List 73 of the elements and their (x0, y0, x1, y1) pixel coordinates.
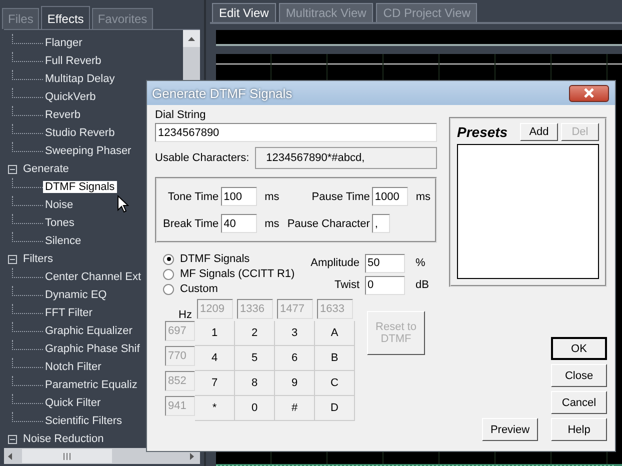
unit-label: ms (264, 218, 280, 230)
panel-tab[interactable]: Effects (41, 6, 90, 29)
dialog-button[interactable]: Preview (482, 418, 538, 441)
dialog-title: Generate DTMF Signals (152, 86, 292, 100)
collapse-icon[interactable] (8, 434, 17, 444)
field-label: Pause Character (287, 218, 371, 230)
right-arrow-icon[interactable] (190, 452, 194, 460)
field-label: Tone Time (166, 190, 220, 202)
dialog-button[interactable]: Cancel (551, 391, 607, 414)
input-field[interactable]: 0 (364, 276, 405, 294)
radio-button[interactable] (163, 284, 174, 294)
input-field[interactable]: 50 (364, 254, 405, 272)
input-field[interactable]: 100 (220, 187, 257, 206)
tree-item[interactable]: QuickVerb (43, 91, 98, 103)
tree-item[interactable]: Flanger (43, 37, 84, 49)
tree-item[interactable]: Parametric Equaliz (43, 379, 140, 391)
dialog-button[interactable]: OK (551, 337, 607, 360)
unit-label: ms (264, 190, 280, 202)
up-arrow-icon (188, 36, 195, 40)
unit-label: ms (414, 190, 432, 202)
tree-group[interactable]: Noise Reduction (21, 433, 106, 445)
usable-characters-field: 1234567890*#abcd, (255, 147, 437, 169)
field-label: Break Time (163, 218, 220, 230)
view-tab[interactable]: Edit View (212, 3, 276, 22)
collapse-icon[interactable] (8, 254, 17, 264)
input-field[interactable]: 1000 (372, 187, 408, 206)
mouse-pointer-icon (117, 195, 129, 214)
presets-title: Presets (457, 124, 509, 140)
radio-label[interactable]: Custom (180, 283, 218, 295)
tree-item[interactable]: Studio Reverb (43, 127, 117, 139)
unit-label: % (414, 257, 426, 269)
dialog-button[interactable]: Close (551, 364, 607, 387)
dial-string-field[interactable]: 1234567890 (155, 123, 437, 142)
tree-item[interactable]: Notch Filter (43, 361, 104, 373)
tree-item[interactable]: Reverb (43, 109, 82, 121)
tree-item[interactable]: Full Reverb (43, 55, 104, 67)
tree-item[interactable]: Tones (43, 217, 76, 229)
grip-icon (62, 452, 72, 460)
field-label: Pause Time (310, 190, 371, 202)
tree-item[interactable]: DTMF Signals (43, 181, 117, 193)
field-label: Dial String (155, 109, 207, 121)
field-label: Usable Characters: (155, 152, 250, 164)
collapse-icon[interactable] (8, 164, 17, 174)
left-arrow-icon[interactable] (8, 452, 12, 460)
field-label: Twist (333, 279, 361, 291)
close-button[interactable] (569, 84, 609, 102)
radio-label[interactable]: DTMF Signals (180, 253, 250, 265)
radio-button[interactable] (163, 268, 174, 280)
tree-group[interactable]: Generate (21, 163, 71, 175)
radio-label[interactable]: MF Signals (CCITT R1) (180, 268, 295, 280)
tree-item[interactable]: Graphic Phase Shif (43, 343, 142, 355)
unit-label: dB (414, 279, 430, 291)
dialog-button[interactable]: Help (551, 418, 607, 441)
close-icon (583, 88, 595, 98)
preset-button[interactable]: Add (520, 123, 558, 141)
tree-item[interactable]: Silence (43, 235, 84, 247)
input-field[interactable]: 40 (220, 214, 257, 233)
horizontal-scrollbar[interactable] (4, 448, 200, 464)
field-label: Amplitude (310, 257, 361, 269)
tree-group[interactable]: Filters (21, 253, 55, 265)
tree-item[interactable]: Center Channel Ext (43, 271, 143, 283)
tree-item[interactable]: Multitap Delay (43, 73, 117, 85)
tree-item[interactable]: Quick Filter (43, 397, 103, 409)
presets-list[interactable] (457, 144, 599, 279)
tree-item[interactable]: Graphic Equalizer (43, 325, 134, 337)
tree-item[interactable]: Dynamic EQ (43, 289, 109, 301)
input-field[interactable]: , (372, 214, 390, 233)
tree-item[interactable]: Scientific Filters (43, 415, 124, 427)
tree-item[interactable]: Noise (43, 199, 76, 211)
tree-item[interactable]: Sweeping Phaser (43, 145, 134, 157)
hz-label: Hz (178, 309, 193, 321)
tree-item[interactable]: FFT Filter (43, 307, 94, 319)
radio-button[interactable] (163, 254, 174, 264)
